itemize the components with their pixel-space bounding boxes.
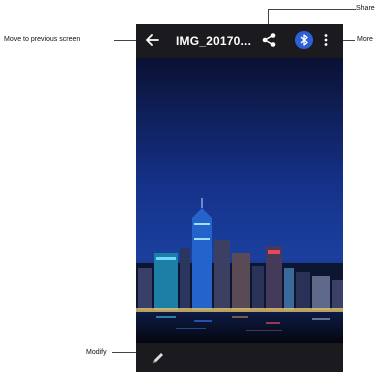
bottom-toolbar [136, 343, 343, 372]
callout-share-label: Share [356, 5, 375, 12]
callout-more-label: More [357, 36, 373, 43]
top-app-bar: IMG_20170... [136, 24, 343, 58]
bluetooth-icon[interactable] [295, 31, 313, 49]
edit-pencil-icon[interactable] [150, 350, 166, 366]
share-icon[interactable] [261, 32, 277, 48]
phone-screen: IMG_20170... [136, 24, 343, 372]
callout-modify-label: Modify [86, 349, 107, 356]
callout-previous-label: Move to previous screen [4, 36, 81, 43]
more-vert-icon[interactable] [322, 32, 330, 48]
image-title: IMG_20170... [176, 34, 252, 48]
city-night-photo[interactable] [136, 58, 343, 343]
callout-share-line-h [268, 9, 356, 10]
back-arrow-icon[interactable] [144, 31, 162, 49]
